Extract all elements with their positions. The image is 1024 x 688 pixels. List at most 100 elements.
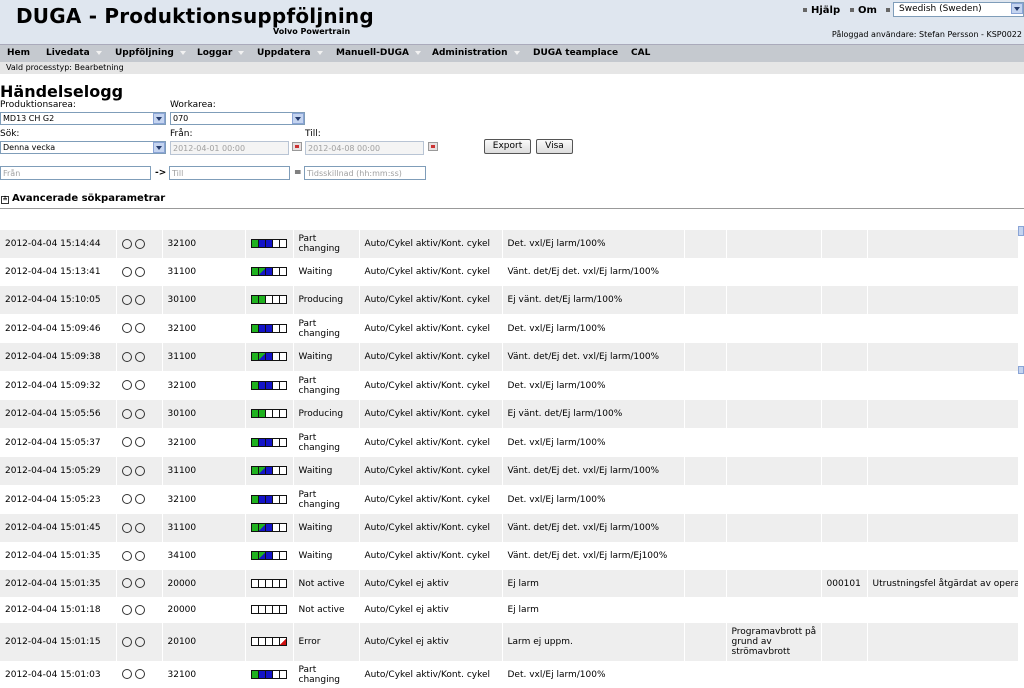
log-empty bbox=[684, 371, 727, 400]
log-state-icon bbox=[245, 286, 294, 314]
log-detail: Ej vänt. det/Ej larm/100% bbox=[502, 400, 685, 428]
scroll-up-button[interactable] bbox=[1018, 226, 1024, 236]
range-to-input[interactable]: Till bbox=[169, 166, 290, 180]
log-time: 2012-04-04 15:09:38 bbox=[0, 343, 117, 371]
log-row[interactable]: 2012-04-04 15:01:03 32100 Part changing Aut… bbox=[0, 661, 1019, 688]
range-from-input[interactable]: Från bbox=[0, 166, 151, 180]
log-state-icon bbox=[245, 230, 294, 258]
log-code: 20100 bbox=[162, 623, 246, 661]
log-code: 34100 bbox=[162, 542, 246, 570]
calendar-icon[interactable] bbox=[428, 142, 438, 151]
advanced-search-toggle[interactable]: ≚ Avancerade sökparametrar bbox=[1, 193, 165, 204]
menu-item-duga-teamplace[interactable]: DUGA teamplace bbox=[533, 48, 618, 58]
log-indicators bbox=[116, 258, 163, 286]
log-row[interactable]: 2012-04-04 15:01:35 20000 Not active Auto/C… bbox=[0, 570, 1019, 597]
log-row[interactable]: 2012-04-04 15:01:18 20000 Not active Auto/C… bbox=[0, 597, 1019, 623]
log-row[interactable]: 2012-04-04 15:10:05 30100 Producing Auto/Cy… bbox=[0, 286, 1019, 314]
log-time: 2012-04-04 15:13:41 bbox=[0, 258, 117, 286]
status-circle-icon bbox=[121, 266, 132, 277]
status-circle-icon bbox=[134, 351, 145, 362]
menu-item-uppdatera[interactable]: Uppdatera bbox=[257, 48, 323, 58]
menu-item-uppfoljning[interactable]: Uppföljning bbox=[115, 48, 186, 58]
show-button[interactable]: Visa bbox=[536, 139, 573, 154]
log-message bbox=[867, 457, 1019, 485]
search-period-select[interactable]: Denna vecka bbox=[0, 141, 166, 154]
log-message bbox=[867, 514, 1019, 542]
status-circle-icon bbox=[134, 550, 145, 561]
log-message bbox=[867, 623, 1019, 661]
log-code: 20000 bbox=[162, 597, 246, 623]
log-row[interactable]: 2012-04-04 15:14:44 32100 Part changing Aut… bbox=[0, 230, 1019, 258]
log-row[interactable]: 2012-04-04 15:05:29 31100 Waiting Auto/Cyke… bbox=[0, 457, 1019, 485]
menu-item-manuell-duga[interactable]: Manuell-DUGA bbox=[336, 48, 421, 58]
status-circle-icon bbox=[134, 408, 145, 419]
range-arrow: -> bbox=[155, 168, 167, 178]
log-detail: Vänt. det/Ej det. vxl/Ej larm/100% bbox=[502, 258, 685, 286]
expand-icon: ≚ bbox=[1, 196, 9, 204]
status-circle-icon bbox=[121, 238, 132, 249]
log-status: Part changing bbox=[293, 428, 360, 457]
log-indicators bbox=[116, 343, 163, 371]
log-indicators bbox=[116, 597, 163, 623]
log-state-icon bbox=[245, 542, 294, 570]
log-body: 2012-04-04 15:14:44 32100 Part changing Aut… bbox=[0, 230, 1019, 688]
log-detail: Ej larm bbox=[502, 597, 685, 623]
log-empty bbox=[684, 400, 727, 428]
chevron-down-icon[interactable] bbox=[153, 113, 165, 124]
log-row[interactable]: 2012-04-04 15:09:32 32100 Part changing Aut… bbox=[0, 371, 1019, 400]
status-circle-icon bbox=[134, 578, 145, 589]
log-empty bbox=[684, 286, 727, 314]
machine-state-icon bbox=[250, 578, 287, 588]
log-state-icon bbox=[245, 570, 294, 597]
log-message: Utrustningsfel åtgärdat av operatör bbox=[867, 570, 1019, 597]
log-status: Waiting bbox=[293, 542, 360, 570]
machine-state-icon bbox=[250, 523, 287, 532]
log-row[interactable]: 2012-04-04 15:09:38 31100 Waiting Auto/Cyke… bbox=[0, 343, 1019, 371]
status-circle-icon bbox=[121, 408, 132, 419]
calendar-icon[interactable] bbox=[292, 142, 302, 151]
to-date-input[interactable]: 2012-04-08 00:00 bbox=[305, 141, 424, 155]
scrollbar-thumb[interactable] bbox=[1018, 366, 1024, 374]
menu-item-cal[interactable]: CAL bbox=[631, 48, 650, 58]
log-empty bbox=[684, 661, 727, 688]
log-number bbox=[821, 514, 868, 542]
from-date-input[interactable]: 2012-04-01 00:00 bbox=[170, 141, 289, 155]
log-number bbox=[821, 314, 868, 343]
production-area-select[interactable]: MD13 CH G2 bbox=[0, 112, 166, 125]
log-empty bbox=[684, 570, 727, 597]
chevron-down-icon[interactable] bbox=[1011, 3, 1023, 14]
log-time: 2012-04-04 15:09:32 bbox=[0, 371, 117, 400]
log-empty bbox=[684, 542, 727, 570]
menu-item-loggar[interactable]: Loggar bbox=[197, 48, 245, 58]
workarea-label: Workarea: bbox=[170, 100, 216, 110]
log-row[interactable]: 2012-04-04 15:01:45 31100 Waiting Auto/Cyke… bbox=[0, 514, 1019, 542]
log-row[interactable]: 2012-04-04 15:09:46 32100 Part changing Aut… bbox=[0, 314, 1019, 343]
export-button[interactable]: Export bbox=[484, 139, 531, 154]
chevron-down-icon[interactable] bbox=[292, 113, 304, 124]
log-detail: Vänt. det/Ej det. vxl/Ej larm/100% bbox=[502, 343, 685, 371]
about-link[interactable]: Om bbox=[850, 5, 877, 16]
log-state-icon bbox=[245, 343, 294, 371]
machine-state-icon bbox=[250, 637, 287, 646]
time-diff-input[interactable]: Tidsskillnad (hh:mm:ss) bbox=[304, 166, 426, 180]
help-link[interactable]: Hjälp bbox=[803, 5, 840, 16]
log-mode: Auto/Cykel aktiv/Kont. cykel bbox=[359, 286, 503, 314]
log-row[interactable]: 2012-04-04 15:01:35 34100 Waiting Auto/Cyke… bbox=[0, 542, 1019, 570]
log-indicators bbox=[116, 314, 163, 343]
workarea-select[interactable]: 070 bbox=[170, 112, 305, 125]
chevron-down-icon[interactable] bbox=[153, 142, 165, 153]
log-row[interactable]: 2012-04-04 15:05:37 32100 Part changing Aut… bbox=[0, 428, 1019, 457]
log-row[interactable]: 2012-04-04 15:05:23 32100 Part changing Aut… bbox=[0, 485, 1019, 514]
log-row[interactable]: 2012-04-04 15:13:41 31100 Waiting Auto/Cyke… bbox=[0, 258, 1019, 286]
log-number bbox=[821, 623, 868, 661]
log-code: 31100 bbox=[162, 457, 246, 485]
log-row[interactable]: 2012-04-04 15:05:56 30100 Producing Auto/Cy… bbox=[0, 400, 1019, 428]
language-select[interactable]: Swedish (Sweden) bbox=[893, 2, 1024, 17]
log-row[interactable]: 2012-04-04 15:01:15 20100 Error Auto/Cykel … bbox=[0, 623, 1019, 661]
menu-item-livedata[interactable]: Livedata bbox=[46, 48, 102, 58]
log-mode: Auto/Cykel ej aktiv bbox=[359, 570, 503, 597]
log-time: 2012-04-04 15:01:03 bbox=[0, 661, 117, 688]
menu-item-hem[interactable]: Hem bbox=[7, 48, 30, 58]
status-circle-icon bbox=[134, 380, 145, 391]
menu-item-administration[interactable]: Administration bbox=[432, 48, 520, 58]
